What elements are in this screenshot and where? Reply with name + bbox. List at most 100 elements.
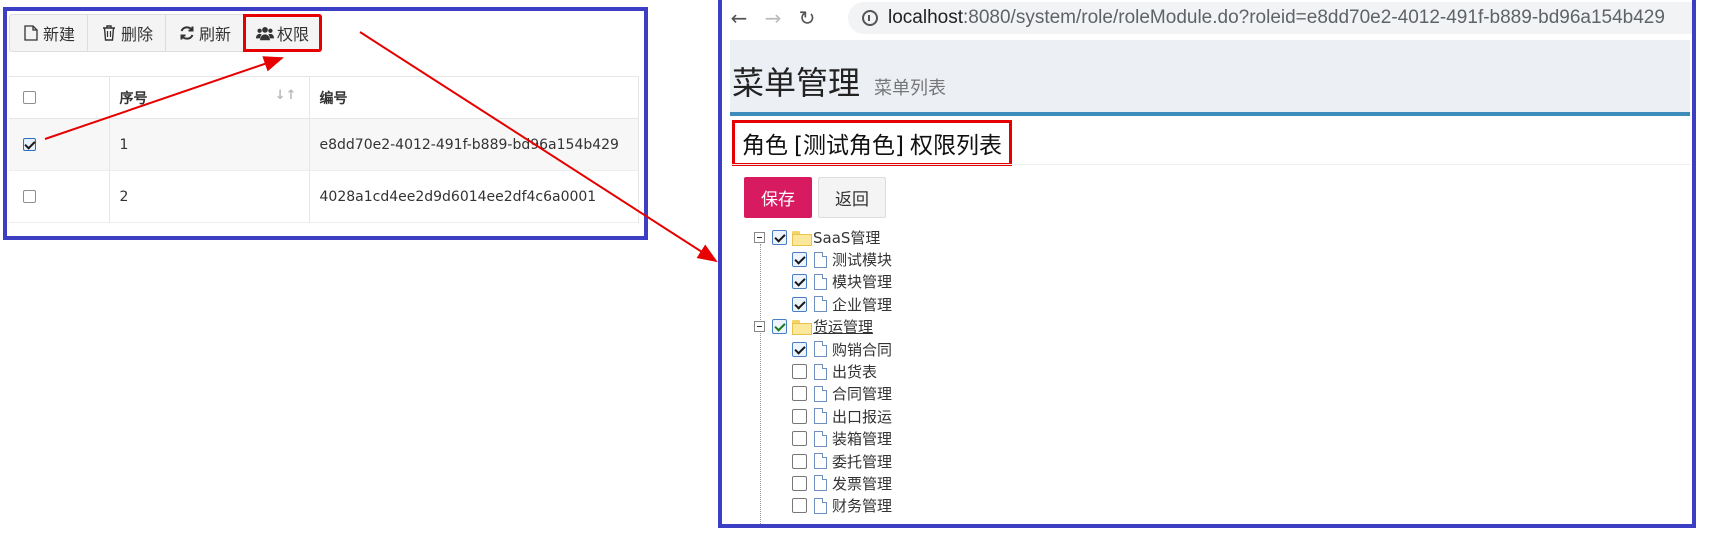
tree-leaf-node[interactable]: 模块管理 (754, 271, 892, 293)
tree-node-label[interactable]: 测试模块 (832, 249, 892, 270)
tree-node-label[interactable]: 合同管理 (832, 383, 892, 404)
role-table: 序号 ↓↑ 编号 1 e8dd70e2-4012-491f-b889-bd96a… (9, 76, 639, 223)
row-id: e8dd70e2-4012-491f-b889-bd96a154b429 (309, 118, 639, 171)
collapse-toggle-icon[interactable] (754, 231, 765, 243)
tree-node-label[interactable]: 委托管理 (832, 451, 892, 472)
tree-checkbox[interactable] (792, 498, 807, 514)
tree-node-label[interactable]: SaaS管理 (813, 227, 880, 248)
table-row[interactable]: 1 e8dd70e2-4012-491f-b889-bd96a154b429 (9, 118, 639, 171)
tree-node-label[interactable]: 购销合同 (832, 339, 892, 360)
document-icon (814, 497, 827, 514)
delete-button-label: 删除 (121, 25, 154, 44)
document-icon (814, 475, 827, 492)
tree-node-label[interactable]: 财务管理 (832, 495, 892, 516)
tree-folder-node[interactable]: SaaS管理 (754, 226, 892, 248)
column-header-id-label: 编号 (319, 90, 348, 107)
document-icon (814, 341, 827, 358)
tree-leaf-node[interactable]: 出货表 (754, 360, 892, 382)
select-all-cell (9, 76, 110, 119)
folder-icon (792, 230, 812, 246)
document-icon (814, 385, 827, 402)
forward-arrow-icon[interactable]: → (756, 6, 790, 30)
tree-checkbox[interactable] (792, 274, 807, 290)
tree-checkbox[interactable] (792, 453, 807, 469)
permission-button-label: 权限 (277, 25, 310, 44)
tree-checkbox[interactable] (792, 431, 807, 447)
tree-leaf-node[interactable]: 财务管理 (754, 495, 892, 517)
refresh-button[interactable]: 刷新 (165, 14, 244, 52)
document-icon (814, 453, 827, 470)
delete-button[interactable]: 删除 (87, 14, 166, 52)
tree-checkbox[interactable] (792, 408, 807, 424)
tree-checkbox[interactable] (772, 229, 787, 245)
table-row[interactable]: 2 4028a1cd4ee2d9d6014ee2df4c6a0001 (9, 170, 639, 223)
tree-node-label[interactable]: 模块管理 (832, 271, 892, 292)
tree-leaf-node[interactable]: 装箱管理 (754, 428, 892, 450)
tree-node-label[interactable]: 出货表 (832, 361, 877, 382)
header-divider (730, 112, 1690, 116)
row-checkbox-cell (9, 170, 110, 223)
tree-checkbox[interactable] (792, 252, 807, 268)
row-seq: 2 (109, 170, 310, 223)
tree-node-label[interactable]: 货运管理 (813, 316, 873, 337)
box-title-prefix: 角色 (742, 133, 788, 159)
tree-leaf-node[interactable]: 出口报运 (754, 405, 892, 427)
column-header-id[interactable]: 编号 (309, 76, 639, 119)
document-icon (814, 296, 827, 313)
tree-leaf-node[interactable]: 购销合同 (754, 338, 892, 360)
users-icon (256, 24, 275, 42)
toolbar: 新建 删除 刷新 权限 (9, 14, 323, 52)
url-host: localhost (888, 7, 963, 28)
column-header-seq-label: 序号 (119, 90, 148, 107)
page-title: 菜单管理 (732, 65, 861, 101)
document-icon (814, 251, 827, 268)
tree-checkbox[interactable] (792, 296, 807, 312)
info-icon[interactable] (862, 10, 878, 26)
tree-checkbox[interactable] (792, 475, 807, 491)
column-header-seq[interactable]: 序号 ↓↑ (109, 76, 310, 119)
back-button[interactable]: 返回 (818, 177, 886, 218)
permission-tree: SaaS管理 测试模块 模块管理 企业管理 货运管理 购销合同 出货表 合同管理 出口报运 装箱管… (754, 226, 892, 517)
file-icon (22, 24, 40, 42)
browser-address-bar: ← → ↻ localhost:8080/system/role/roleMod… (722, 0, 1692, 36)
new-button-label: 新建 (43, 25, 76, 44)
new-button[interactable]: 新建 (9, 14, 88, 52)
row-checkbox[interactable] (23, 190, 36, 203)
refresh-icon (178, 24, 196, 42)
reload-icon[interactable]: ↻ (790, 6, 824, 30)
select-all-checkbox[interactable] (23, 91, 36, 104)
collapse-toggle-icon[interactable] (754, 321, 765, 333)
permission-page-panel: ← → ↻ localhost:8080/system/role/roleMod… (718, 0, 1696, 528)
row-checkbox-cell (9, 118, 110, 171)
save-button[interactable]: 保存 (744, 177, 812, 218)
folder-icon (792, 320, 812, 336)
tree-leaf-node[interactable]: 发票管理 (754, 472, 892, 494)
url-field[interactable]: localhost:8080/system/role/roleModule.do… (848, 2, 1692, 34)
tree-checkbox[interactable] (792, 386, 807, 402)
box-title: 角色 [测试角色] 权限列表 (732, 120, 1012, 166)
tree-node-label[interactable]: 发票管理 (832, 473, 892, 494)
tree-folder-node[interactable]: 货运管理 (754, 316, 892, 338)
url-path: :8080/system/role/roleModule.do?roleid=e… (963, 7, 1665, 28)
sort-icon[interactable]: ↓↑ (275, 88, 297, 103)
box-title-suffix: 权限列表 (909, 133, 1002, 159)
tree-node-label[interactable]: 出口报运 (832, 406, 892, 427)
title-divider (730, 164, 1690, 165)
document-icon (814, 273, 827, 290)
refresh-button-label: 刷新 (199, 25, 232, 44)
tree-checkbox[interactable] (792, 341, 807, 357)
tree-node-label[interactable]: 装箱管理 (832, 428, 892, 449)
permission-button[interactable]: 权限 (243, 14, 323, 52)
tree-checkbox[interactable] (792, 364, 807, 380)
back-arrow-icon[interactable]: ← (722, 6, 756, 30)
page-header: 菜单管理 菜单列表 (730, 40, 1690, 112)
tree-leaf-node[interactable]: 测试模块 (754, 248, 892, 270)
tree-leaf-node[interactable]: 合同管理 (754, 383, 892, 405)
tree-node-label[interactable]: 企业管理 (832, 294, 892, 315)
row-checkbox[interactable] (23, 138, 36, 151)
tree-leaf-node[interactable]: 委托管理 (754, 450, 892, 472)
trash-icon (100, 24, 118, 42)
tree-leaf-node[interactable]: 企业管理 (754, 293, 892, 315)
tree-checkbox[interactable] (772, 319, 787, 335)
document-icon (814, 363, 827, 380)
